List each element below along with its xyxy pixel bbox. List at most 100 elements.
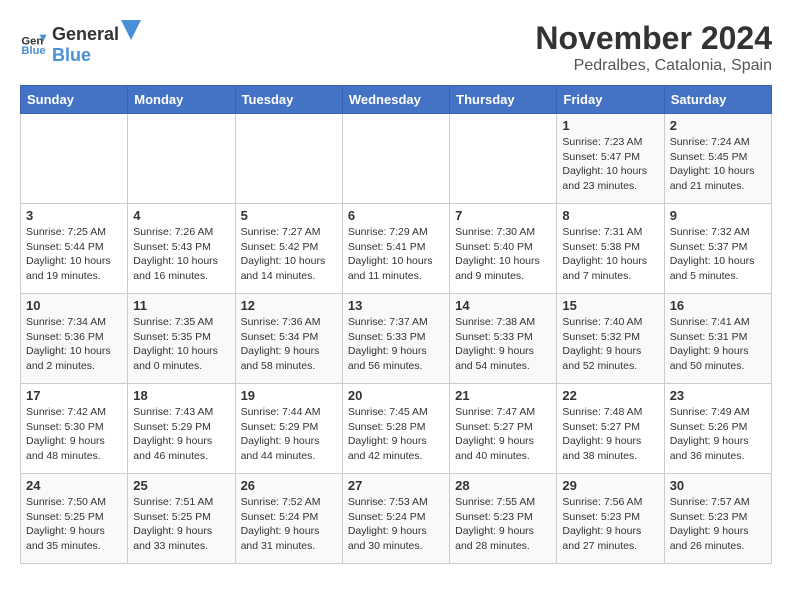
day-info: Sunrise: 7:48 AM Sunset: 5:27 PM Dayligh…	[562, 405, 658, 464]
calendar-cell: 12Sunrise: 7:36 AM Sunset: 5:34 PM Dayli…	[235, 294, 342, 384]
logo: Gen Blue General Blue	[20, 20, 141, 66]
day-info: Sunrise: 7:44 AM Sunset: 5:29 PM Dayligh…	[241, 405, 337, 464]
day-number: 10	[26, 298, 122, 313]
day-info: Sunrise: 7:57 AM Sunset: 5:23 PM Dayligh…	[670, 495, 766, 554]
calendar-cell: 21 Sunrise: 7:47 AM Sunset: 5:27 PM Dayli…	[450, 384, 557, 474]
day-info: Sunrise: 7:41 AM Sunset: 5:31 PM Dayligh…	[670, 315, 766, 374]
logo-icon: Gen Blue	[20, 29, 48, 57]
day-info: Sunrise: 7:27 AM Sunset: 5:42 PM Dayligh…	[241, 225, 337, 284]
calendar-header-wednesday: Wednesday	[342, 86, 449, 114]
calendar-cell: 17Sunrise: 7:42 AM Sunset: 5:30 PM Dayli…	[21, 384, 128, 474]
day-info: Sunrise: 7:52 AM Sunset: 5:24 PM Dayligh…	[241, 495, 337, 554]
day-number: 29	[562, 478, 658, 493]
calendar-week-row: 3 Sunrise: 7:25 AM Sunset: 5:44 PM Daylig…	[21, 204, 772, 294]
svg-text:Blue: Blue	[21, 45, 45, 57]
calendar-cell: 13 Sunrise: 7:37 AM Sunset: 5:33 PM Dayli…	[342, 294, 449, 384]
day-number: 18	[133, 388, 229, 403]
calendar-cell	[450, 114, 557, 204]
day-number: 17	[26, 388, 122, 403]
calendar-cell	[21, 114, 128, 204]
calendar-cell: 25Sunrise: 7:51 AM Sunset: 5:25 PM Dayli…	[128, 474, 235, 564]
calendar-cell: 28 Sunrise: 7:55 AM Sunset: 5:23 PM Dayli…	[450, 474, 557, 564]
day-number: 4	[133, 208, 229, 223]
day-number: 22	[562, 388, 658, 403]
calendar-week-row: 1Sunrise: 7:23 AM Sunset: 5:47 PM Daylig…	[21, 114, 772, 204]
day-number: 24	[26, 478, 122, 493]
location-title: Pedralbes, Catalonia, Spain	[535, 57, 772, 75]
day-number: 7	[455, 208, 551, 223]
day-info: Sunrise: 7:30 AM Sunset: 5:40 PM Dayligh…	[455, 225, 551, 284]
calendar-header-row: SundayMondayTuesdayWednesdayThursdayFrid…	[21, 86, 772, 114]
day-number: 27	[348, 478, 444, 493]
calendar-title-area: November 2024 Pedralbes, Catalonia, Spai…	[535, 20, 772, 75]
calendar-cell: 14Sunrise: 7:38 AM Sunset: 5:33 PM Dayli…	[450, 294, 557, 384]
calendar-week-row: 10 Sunrise: 7:34 AM Sunset: 5:36 PM Dayli…	[21, 294, 772, 384]
calendar-cell: 2 Sunrise: 7:24 AM Sunset: 5:45 PM Daylig…	[664, 114, 771, 204]
day-number: 12	[241, 298, 337, 313]
day-number: 25	[133, 478, 229, 493]
day-number: 14	[455, 298, 551, 313]
day-info: Sunrise: 7:31 AM Sunset: 5:38 PM Dayligh…	[562, 225, 658, 284]
day-info: Sunrise: 7:49 AM Sunset: 5:26 PM Dayligh…	[670, 405, 766, 464]
calendar-cell: 22 Sunrise: 7:48 AM Sunset: 5:27 PM Dayli…	[557, 384, 664, 474]
day-info: Sunrise: 7:43 AM Sunset: 5:29 PM Dayligh…	[133, 405, 229, 464]
calendar-cell: 11Sunrise: 7:35 AM Sunset: 5:35 PM Dayli…	[128, 294, 235, 384]
calendar-header-friday: Friday	[557, 86, 664, 114]
calendar-cell: 1Sunrise: 7:23 AM Sunset: 5:47 PM Daylig…	[557, 114, 664, 204]
day-info: Sunrise: 7:25 AM Sunset: 5:44 PM Dayligh…	[26, 225, 122, 284]
day-number: 20	[348, 388, 444, 403]
day-info: Sunrise: 7:34 AM Sunset: 5:36 PM Dayligh…	[26, 315, 122, 374]
calendar-cell: 20 Sunrise: 7:45 AM Sunset: 5:28 PM Dayli…	[342, 384, 449, 474]
calendar-cell: 18 Sunrise: 7:43 AM Sunset: 5:29 PM Dayli…	[128, 384, 235, 474]
day-number: 8	[562, 208, 658, 223]
calendar-cell: 16Sunrise: 7:41 AM Sunset: 5:31 PM Dayli…	[664, 294, 771, 384]
calendar-cell: 4 Sunrise: 7:26 AM Sunset: 5:43 PM Daylig…	[128, 204, 235, 294]
day-info: Sunrise: 7:37 AM Sunset: 5:33 PM Dayligh…	[348, 315, 444, 374]
logo-blue-text: Blue	[52, 45, 91, 65]
calendar-week-row: 24 Sunrise: 7:50 AM Sunset: 5:25 PM Dayli…	[21, 474, 772, 564]
day-info: Sunrise: 7:45 AM Sunset: 5:28 PM Dayligh…	[348, 405, 444, 464]
day-number: 15	[562, 298, 658, 313]
calendar-cell: 26 Sunrise: 7:52 AM Sunset: 5:24 PM Dayli…	[235, 474, 342, 564]
calendar-header-monday: Monday	[128, 86, 235, 114]
day-info: Sunrise: 7:29 AM Sunset: 5:41 PM Dayligh…	[348, 225, 444, 284]
day-info: Sunrise: 7:55 AM Sunset: 5:23 PM Dayligh…	[455, 495, 551, 554]
calendar-header-saturday: Saturday	[664, 86, 771, 114]
logo-general-text: General	[52, 24, 119, 45]
calendar-cell: 8 Sunrise: 7:31 AM Sunset: 5:38 PM Daylig…	[557, 204, 664, 294]
day-number: 2	[670, 118, 766, 133]
day-info: Sunrise: 7:26 AM Sunset: 5:43 PM Dayligh…	[133, 225, 229, 284]
day-info: Sunrise: 7:24 AM Sunset: 5:45 PM Dayligh…	[670, 135, 766, 194]
day-info: Sunrise: 7:40 AM Sunset: 5:32 PM Dayligh…	[562, 315, 658, 374]
calendar-cell	[342, 114, 449, 204]
day-number: 6	[348, 208, 444, 223]
day-number: 13	[348, 298, 444, 313]
calendar-cell: 19 Sunrise: 7:44 AM Sunset: 5:29 PM Dayli…	[235, 384, 342, 474]
day-number: 11	[133, 298, 229, 313]
calendar-table: SundayMondayTuesdayWednesdayThursdayFrid…	[20, 85, 772, 564]
day-number: 1	[562, 118, 658, 133]
day-number: 26	[241, 478, 337, 493]
calendar-cell: 27Sunrise: 7:53 AM Sunset: 5:24 PM Dayli…	[342, 474, 449, 564]
calendar-cell	[128, 114, 235, 204]
month-title: November 2024	[535, 20, 772, 57]
calendar-header-sunday: Sunday	[21, 86, 128, 114]
day-number: 3	[26, 208, 122, 223]
day-number: 5	[241, 208, 337, 223]
page-header: Gen Blue General Blue November 2024 Pedr…	[20, 20, 772, 75]
day-info: Sunrise: 7:32 AM Sunset: 5:37 PM Dayligh…	[670, 225, 766, 284]
logo-arrow-icon	[121, 20, 141, 40]
day-info: Sunrise: 7:50 AM Sunset: 5:25 PM Dayligh…	[26, 495, 122, 554]
calendar-cell: 3 Sunrise: 7:25 AM Sunset: 5:44 PM Daylig…	[21, 204, 128, 294]
calendar-cell: 6 Sunrise: 7:29 AM Sunset: 5:41 PM Daylig…	[342, 204, 449, 294]
day-number: 28	[455, 478, 551, 493]
calendar-cell: 15 Sunrise: 7:40 AM Sunset: 5:32 PM Dayli…	[557, 294, 664, 384]
day-number: 30	[670, 478, 766, 493]
day-number: 21	[455, 388, 551, 403]
day-info: Sunrise: 7:47 AM Sunset: 5:27 PM Dayligh…	[455, 405, 551, 464]
day-number: 19	[241, 388, 337, 403]
calendar-cell: 9Sunrise: 7:32 AM Sunset: 5:37 PM Daylig…	[664, 204, 771, 294]
day-info: Sunrise: 7:56 AM Sunset: 5:23 PM Dayligh…	[562, 495, 658, 554]
calendar-cell: 7 Sunrise: 7:30 AM Sunset: 5:40 PM Daylig…	[450, 204, 557, 294]
calendar-cell: 5 Sunrise: 7:27 AM Sunset: 5:42 PM Daylig…	[235, 204, 342, 294]
